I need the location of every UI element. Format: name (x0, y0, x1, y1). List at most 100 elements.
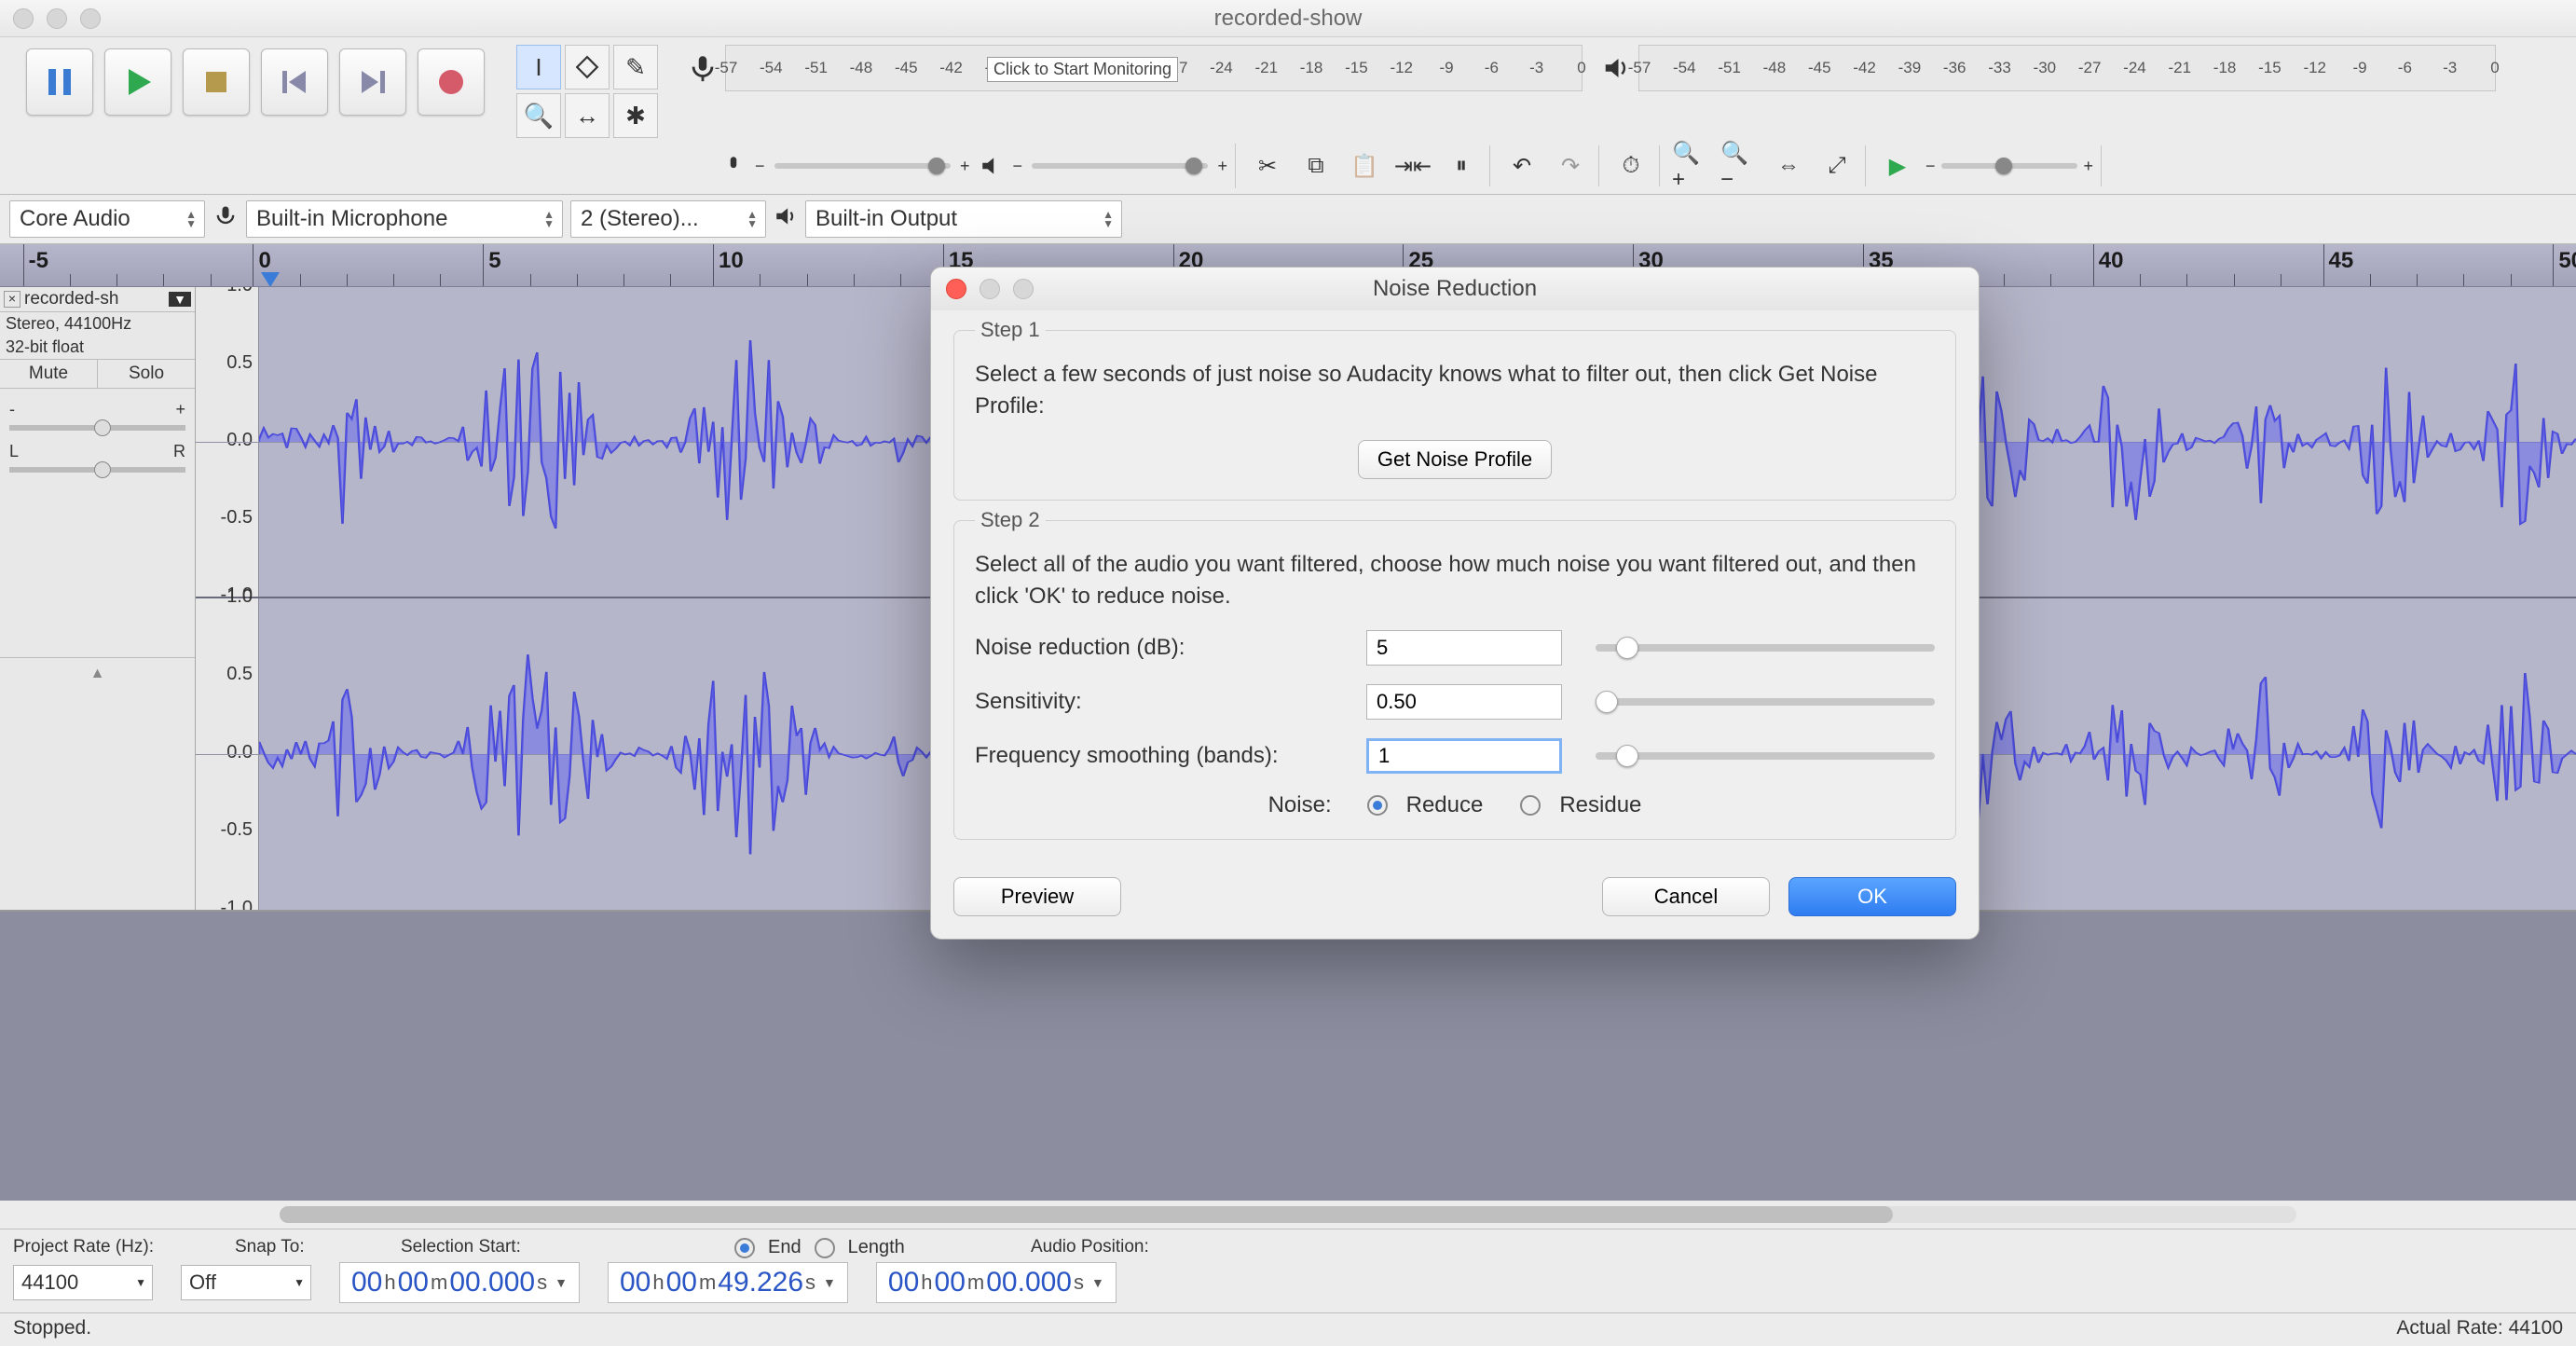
recording-meter[interactable]: LR -57-54-51-48-45-42-39-36-33-30-27-24-… (682, 41, 1586, 95)
play-at-speed-button[interactable]: ▶ (1877, 145, 1918, 186)
sync-lock-toolbar: ⏱ (1603, 145, 1660, 186)
pan-r-label: R (173, 442, 185, 461)
step2-group: Step 2 Select all of the audio you want … (953, 508, 1956, 840)
end-label: End (768, 1237, 802, 1258)
monitoring-hint[interactable]: Click to Start Monitoring (987, 57, 1178, 82)
empty-track-area[interactable] (0, 912, 2576, 1201)
record-button[interactable] (418, 48, 485, 116)
audio-host-select[interactable]: Core Audio ▲▼ (9, 200, 205, 238)
track-collapse-button[interactable]: ▲ (0, 657, 195, 682)
reduce-radio[interactable] (1367, 795, 1388, 816)
noise-mode-label: Noise: (1268, 792, 1332, 818)
dialog-minimize-button[interactable] (980, 279, 1000, 299)
sensitivity-slider[interactable] (1596, 698, 1935, 706)
sync-lock-button[interactable]: ⏱ (1610, 145, 1651, 186)
dialog-zoom-button[interactable] (1013, 279, 1034, 299)
frequency-smoothing-input[interactable] (1366, 738, 1562, 774)
zoom-toolbar: 🔍+ 🔍− ⇔ ⤢ (1664, 145, 1866, 186)
transport-toolbar (17, 41, 494, 123)
noise-reduction-dialog: Noise Reduction Step 1 Select a few seco… (930, 267, 1980, 940)
sensitivity-label: Sensitivity: (975, 689, 1366, 715)
sensitivity-input[interactable] (1366, 684, 1562, 720)
solo-button[interactable]: Solo (98, 360, 195, 388)
redo-button[interactable]: ↷ (1550, 145, 1591, 186)
horizontal-scrollbar[interactable] (0, 1201, 2576, 1229)
track-close-button[interactable]: × (4, 291, 21, 308)
zoom-tool[interactable]: 🔍 (516, 93, 561, 138)
recording-device-select[interactable]: Built-in Microphone ▲▼ (246, 200, 563, 238)
pause-button[interactable] (26, 48, 93, 116)
main-toolbar: I ✎ 🔍 ↔ ✱ LR -57-54-51-48-45-42-39-36-33… (0, 37, 2576, 195)
zoom-in-button[interactable]: 🔍+ (1671, 145, 1712, 186)
snap-to-select[interactable]: Off ▼ (181, 1265, 311, 1300)
stop-button[interactable] (183, 48, 250, 116)
selection-start-label: Selection Start: (401, 1237, 680, 1258)
status-left: Stopped. (13, 1317, 91, 1342)
noise-reduction-input[interactable] (1366, 630, 1562, 666)
draw-tool[interactable]: ✎ (613, 45, 658, 89)
snap-to-label: Snap To: (235, 1237, 347, 1258)
dialog-titlebar[interactable]: Noise Reduction (931, 268, 1979, 310)
pan-slider[interactable] (9, 467, 185, 473)
cut-button[interactable]: ✂ (1247, 145, 1288, 186)
step1-text: Select a few seconds of just noise so Au… (975, 359, 1935, 421)
skip-start-button[interactable] (261, 48, 328, 116)
recording-device-value: Built-in Microphone (256, 206, 447, 232)
ok-button[interactable]: OK (1788, 877, 1956, 916)
undo-button[interactable]: ↶ (1501, 145, 1542, 186)
paste-button[interactable]: 📋 (1344, 145, 1385, 186)
track-control-panel: × recorded-sh ▼ Stereo, 44100Hz 32-bit f… (0, 287, 196, 910)
copy-button[interactable]: ⧉ (1295, 145, 1336, 186)
dialog-title: Noise Reduction (1373, 276, 1537, 302)
silence-button[interactable]: ⏸ (1441, 145, 1482, 186)
fit-selection-button[interactable]: ⇔ (1768, 145, 1809, 186)
selection-end-time[interactable]: 00h 00m 49.226s▼ (608, 1262, 848, 1303)
track-menu-button[interactable]: ▼ (169, 292, 191, 307)
zoom-out-button[interactable]: 🔍− (1720, 145, 1761, 186)
device-toolbar: Core Audio ▲▼ Built-in Microphone ▲▼ 2 (… (0, 195, 2576, 244)
mic-small-icon (721, 154, 746, 178)
cancel-button[interactable]: Cancel (1602, 877, 1770, 916)
pan-l-label: L (9, 442, 19, 461)
recording-volume-slider[interactable]: − + − + (714, 144, 1236, 188)
audio-position-time[interactable]: 00h 00m 00.000s▼ (876, 1262, 1117, 1303)
skip-end-button[interactable] (339, 48, 406, 116)
playback-meter[interactable]: LR -57-54-51-48-45-42-39-36-33-30-27-24-… (1596, 41, 2500, 95)
length-radio[interactable] (815, 1238, 835, 1258)
multi-tool[interactable]: ✱ (613, 93, 658, 138)
residue-radio[interactable] (1520, 795, 1541, 816)
frequency-smoothing-label: Frequency smoothing (bands): (975, 743, 1366, 769)
tools-toolbar: I ✎ 🔍 ↔ ✱ (511, 41, 664, 142)
end-radio[interactable] (734, 1238, 755, 1258)
play-at-speed-toolbar: ▶ − + (1870, 145, 2102, 186)
playback-device-select[interactable]: Built-in Output ▲▼ (805, 200, 1122, 238)
gain-minus-label: - (9, 400, 15, 419)
snap-to-value: Off (189, 1270, 216, 1295)
audio-position-label: Audio Position: (1031, 1237, 1149, 1258)
selection-tool[interactable]: I (516, 45, 561, 89)
playhead-marker[interactable] (261, 272, 280, 287)
track-name[interactable]: recorded-sh (24, 289, 169, 309)
recording-channels-select[interactable]: 2 (Stereo)... ▲▼ (570, 200, 766, 238)
noise-reduction-slider[interactable] (1596, 644, 1935, 652)
project-rate-select[interactable]: 44100 ▼ (13, 1265, 153, 1300)
mute-button[interactable]: Mute (0, 360, 98, 388)
zoom-window-button[interactable] (80, 8, 101, 29)
envelope-tool[interactable] (565, 45, 610, 89)
timeshift-tool[interactable]: ↔ (565, 93, 610, 138)
minimize-window-button[interactable] (47, 8, 67, 29)
play-button[interactable] (104, 48, 171, 116)
noise-reduction-label: Noise reduction (dB): (975, 635, 1366, 661)
dialog-close-button[interactable] (946, 279, 966, 299)
trim-button[interactable]: ⇥⇤ (1392, 145, 1433, 186)
reduce-label: Reduce (1406, 792, 1484, 818)
close-window-button[interactable] (13, 8, 34, 29)
preview-button[interactable]: Preview (953, 877, 1121, 916)
step2-label: Step 2 (975, 508, 1046, 532)
selection-start-time[interactable]: 00h 00m 00.000s▼ (339, 1262, 580, 1303)
edit-toolbar: ✂ ⧉ 📋 ⇥⇤ ⏸ (1240, 145, 1490, 186)
gain-slider[interactable] (9, 425, 185, 431)
get-noise-profile-button[interactable]: Get Noise Profile (1358, 440, 1552, 479)
fit-project-button[interactable]: ⤢ (1816, 145, 1857, 186)
frequency-smoothing-slider[interactable] (1596, 752, 1935, 760)
